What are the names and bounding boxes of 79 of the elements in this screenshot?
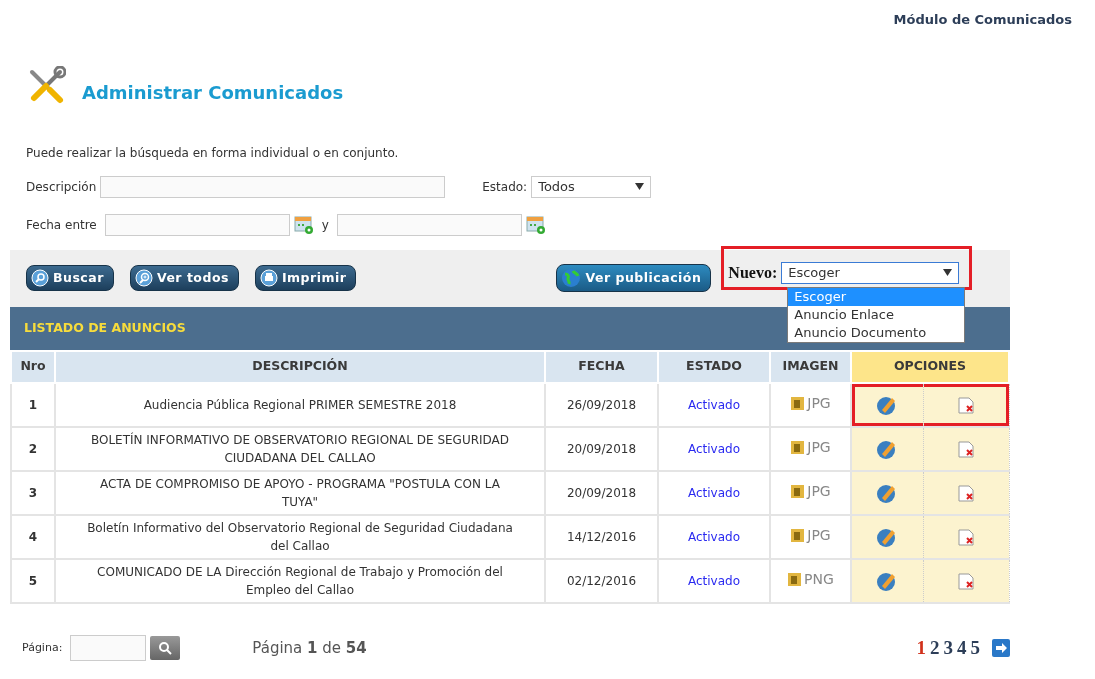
module-title: Módulo de Comunicados bbox=[893, 12, 1072, 27]
delete-document-icon[interactable] bbox=[956, 526, 976, 547]
toolbar-button[interactable]: Ver todos bbox=[129, 264, 239, 292]
table-cell: 5 bbox=[11, 558, 55, 603]
column-header: Nro bbox=[11, 350, 55, 383]
field-label: Descripción bbox=[26, 178, 97, 196]
delete-document-icon[interactable] bbox=[956, 394, 976, 415]
column-header: FECHA bbox=[545, 350, 658, 383]
description-field[interactable] bbox=[100, 175, 446, 198]
page-link[interactable]: 2 bbox=[930, 633, 940, 662]
delete-document-icon[interactable] bbox=[956, 570, 976, 591]
search-icon bbox=[31, 269, 49, 287]
table-cell: Boletín Informativo del Observatorio Regional de Seguridad Ciudadana del Callao bbox=[55, 514, 545, 559]
folder-icon bbox=[790, 527, 807, 544]
field-label: Fecha entre bbox=[26, 216, 97, 234]
column-header: IMAGEN bbox=[770, 350, 851, 383]
date-field[interactable] bbox=[336, 213, 522, 236]
image-type-label: JPG bbox=[790, 436, 831, 458]
table-cell: 3 bbox=[11, 470, 55, 515]
page-field[interactable] bbox=[70, 634, 147, 661]
status-text: Activado bbox=[687, 529, 741, 544]
image-type-label: JPG bbox=[790, 392, 831, 414]
separator-text: y bbox=[321, 216, 329, 234]
table-cell: BOLETÍN INFORMATIVO DE OBSERVATORIO REGIONAL DE SEGURIDAD CIUDADANA DEL CALLAO bbox=[55, 426, 545, 471]
table-cell: 26/09/2018 bbox=[545, 382, 658, 427]
field-label: Estado: bbox=[482, 178, 528, 196]
image-type-label: JPG bbox=[790, 524, 831, 546]
field-label: Página: bbox=[22, 639, 63, 656]
folder-icon bbox=[787, 571, 804, 588]
page-link[interactable]: 1 bbox=[916, 633, 926, 662]
table-cell: COMUNICADO DE LA Dirección Regional de Trabajo y Promoción del Empleo del Callao bbox=[55, 558, 545, 603]
page-link[interactable]: 5 bbox=[970, 633, 980, 662]
printer-icon bbox=[259, 269, 278, 287]
table-cell: 20/09/2018 bbox=[545, 426, 658, 471]
table-cell: 4 bbox=[11, 514, 55, 559]
toolbar-button[interactable]: Buscar bbox=[26, 264, 114, 292]
table-cell: 2 bbox=[11, 426, 55, 471]
toolbar-button[interactable]: Imprimir bbox=[254, 264, 357, 292]
column-header: OPCIONES bbox=[851, 350, 1009, 383]
column-header: ESTADO bbox=[658, 350, 770, 383]
caret-icon bbox=[943, 269, 953, 276]
listing-title: LISTADO DE ANUNCIOS bbox=[24, 318, 186, 337]
page-title: Administrar Comunicados bbox=[82, 80, 344, 105]
image-type-label: PNG bbox=[787, 568, 834, 590]
table-cell: 1 bbox=[11, 382, 55, 427]
folder-icon bbox=[790, 395, 807, 412]
table-cell: ACTA DE COMPROMISO DE APOYO - PROGRAMA "POSTULA CON LA TUYA" bbox=[55, 470, 545, 515]
new-select[interactable]: Escoger bbox=[781, 261, 960, 284]
image-type-label: JPG bbox=[790, 480, 831, 502]
search-icon bbox=[158, 640, 173, 655]
globe-icon bbox=[561, 268, 582, 288]
delete-document-icon[interactable] bbox=[956, 438, 976, 459]
folder-icon bbox=[790, 439, 807, 456]
hint-text: Puede realizar la búsqueda en forma individual o en conjunto. bbox=[26, 144, 400, 162]
publication-button[interactable]: Ver publicación bbox=[556, 264, 712, 292]
dropdown-option[interactable]: Anuncio Documento bbox=[788, 323, 965, 342]
table-cell: 02/12/2016 bbox=[545, 558, 658, 603]
delete-document-icon[interactable] bbox=[956, 482, 976, 503]
calendar-icon[interactable] bbox=[525, 214, 546, 235]
status-text: Activado bbox=[687, 485, 741, 500]
status-text: Activado bbox=[687, 397, 741, 412]
table-cell: Audiencia Pública Regional PRIMER SEMESTRE 2018 bbox=[55, 382, 545, 427]
page-link[interactable]: 4 bbox=[957, 633, 967, 662]
status-text: Activado bbox=[687, 441, 741, 456]
dropdown-option[interactable]: Anuncio Enlace bbox=[788, 305, 965, 324]
calendar-icon[interactable] bbox=[293, 214, 314, 235]
search-button[interactable] bbox=[150, 635, 181, 660]
date-field[interactable] bbox=[104, 213, 290, 236]
page-link[interactable]: 3 bbox=[943, 633, 953, 662]
table-cell: 20/09/2018 bbox=[545, 470, 658, 515]
status-select[interactable]: Todos bbox=[531, 175, 652, 198]
column-header: DESCRIPCIÓN bbox=[55, 350, 545, 383]
caret-icon bbox=[635, 183, 645, 190]
field-label: Nuevo: bbox=[727, 262, 778, 283]
folder-icon bbox=[790, 483, 807, 500]
page-summary: Página 1 de 54 bbox=[252, 637, 367, 659]
zoom-in-icon bbox=[134, 269, 153, 287]
table-cell: 14/12/2016 bbox=[545, 514, 658, 559]
status-text: Activado bbox=[687, 573, 741, 588]
